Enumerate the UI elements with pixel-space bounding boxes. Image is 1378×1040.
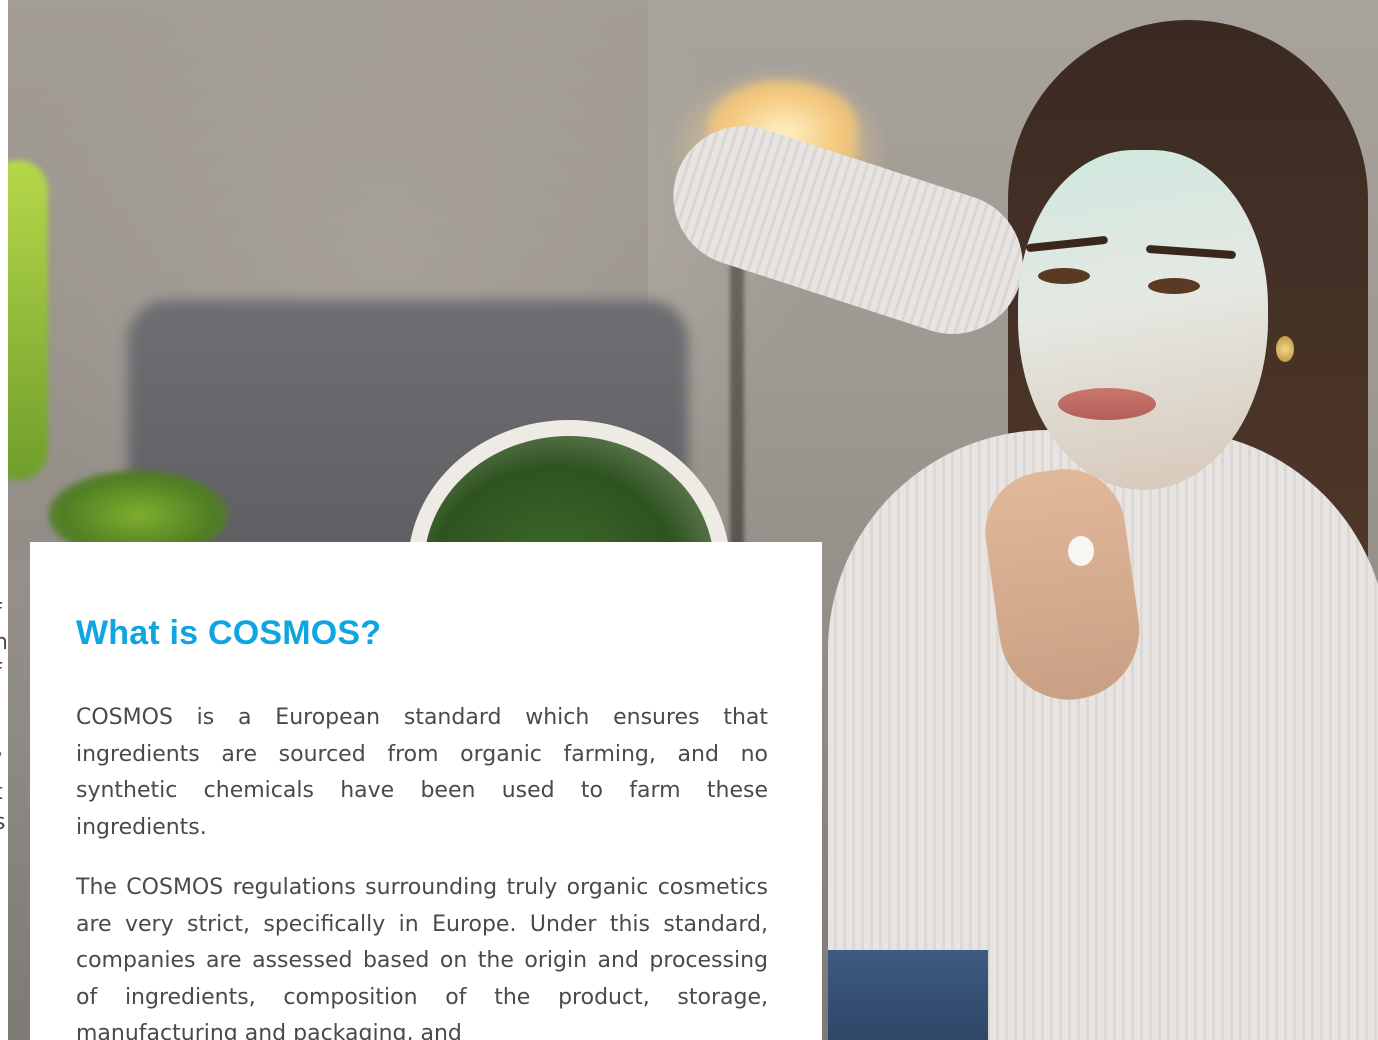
- hero-lips: [1058, 388, 1156, 420]
- paragraph: The COSMOS regulations surrounding truly…: [76, 875, 768, 1040]
- hero-plant-left: [8, 160, 48, 480]
- side-column-text: f n f . / t s: [0, 598, 8, 898]
- side-column-glyph: t: [0, 778, 3, 808]
- side-column-glyph: n: [0, 630, 8, 655]
- content-card: What is COSMOS? COSMOS is a European sta…: [30, 542, 822, 1040]
- section-title: What is COSMOS?: [76, 614, 382, 652]
- hero-fingernail: [1068, 536, 1094, 566]
- hero-eye-right: [1148, 278, 1200, 294]
- side-column-glyph: f: [0, 598, 2, 628]
- hero-eye-left: [1038, 268, 1090, 284]
- hero-jeans: [828, 950, 988, 1040]
- paragraph: COSMOS is a European standard which ensu…: [76, 705, 768, 840]
- side-column-glyph: .: [0, 688, 1, 718]
- hero-earring: [1276, 336, 1294, 362]
- side-column-glyph: f: [0, 658, 2, 688]
- side-column-glyph: /: [0, 748, 1, 778]
- side-column-glyph: s: [0, 808, 5, 838]
- hero-woman-face: [1018, 150, 1268, 490]
- page: f n f . / t s What is COSMOS? COSMOS is …: [0, 0, 1378, 1040]
